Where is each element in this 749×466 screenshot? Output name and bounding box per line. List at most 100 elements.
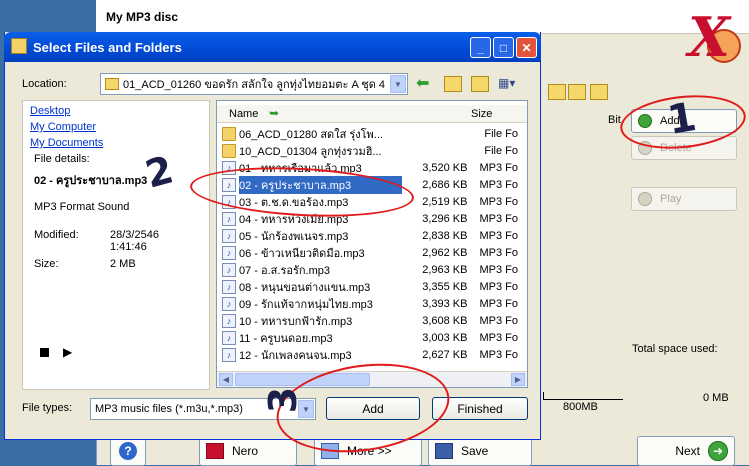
file-name: 06_ACD_01280 สดใส รุ่งโพ... — [239, 128, 383, 141]
file-row[interactable]: ♪ 06 - ข้าวเหนียวติดมือ.mp3 2,962 KB MP3 Fo — [222, 244, 518, 261]
file-type: MP3 Fo — [479, 331, 518, 344]
file-list-header: Name ➥ Size — [217, 105, 527, 123]
music-file-icon: ♪ — [222, 330, 236, 345]
file-size: 3,520 KB — [422, 161, 468, 174]
location-label: Location: — [22, 78, 67, 90]
file-types-value: MP3 music files (*.m3u,*.mp3) — [95, 403, 243, 415]
stop-icon[interactable] — [40, 348, 49, 357]
svg-text:X: X — [685, 5, 732, 69]
folder-icon — [105, 78, 119, 90]
music-file-icon: ♪ — [222, 245, 236, 260]
sort-arrow-icon: ➥ — [269, 106, 280, 120]
file-name: 06 - ข้าวเหนียวติดมือ.mp3 — [239, 247, 365, 260]
size-column-header[interactable]: Size — [471, 108, 492, 120]
folder-row[interactable]: 06_ACD_01280 สดใส รุ่งโพ... File Fo — [222, 125, 518, 142]
music-file-icon: ♪ — [222, 211, 236, 226]
mp3-disc-header — [96, 0, 749, 34]
file-type: File Fo — [484, 144, 518, 157]
file-row[interactable]: ♪ 12 - นักเพลงคนจน.mp3 2,627 KB MP3 Fo — [222, 346, 518, 363]
back-icon[interactable]: ⬅ — [416, 76, 432, 92]
dialog-app-icon — [11, 38, 27, 54]
folder-icon — [222, 143, 236, 158]
file-row[interactable]: ♪ 05 - นักร้องพเนจร.mp3 2,838 KB MP3 Fo — [222, 227, 518, 244]
file-types-label: File types: — [22, 402, 73, 414]
file-type: MP3 Fo — [479, 161, 518, 174]
music-file-icon: ♪ — [222, 296, 236, 311]
play-button[interactable]: Play — [631, 187, 737, 211]
new-folder-icon[interactable] — [471, 76, 489, 92]
file-type: MP3 Fo — [479, 229, 518, 242]
desktop-link[interactable]: Desktop — [30, 105, 70, 117]
file-type: MP3 Fo — [479, 195, 518, 208]
scroll-left-icon[interactable]: ◀ — [219, 373, 233, 386]
maximize-icon: □ — [499, 40, 508, 55]
file-name: 10_ACD_01304 ลูกทุ่งรวมฮิ... — [239, 145, 382, 158]
capacity-scale-label: 800MB — [563, 401, 598, 413]
size-value: 2 MB — [110, 258, 136, 270]
modified-time: 1:41:46 — [110, 241, 147, 253]
file-row[interactable]: ♪ 09 - รักแท้จากหนุ่มไทย.mp3 3,393 KB MP3 F… — [222, 295, 518, 312]
modified-label: Modified: — [34, 229, 79, 241]
file-size: 3,393 KB — [422, 297, 468, 310]
copy-icon[interactable] — [590, 84, 608, 100]
save-icon — [435, 443, 453, 459]
file-size: 2,686 KB — [422, 178, 468, 191]
size-label: Size: — [34, 258, 59, 270]
minimize-button[interactable]: _ — [470, 37, 491, 58]
play-button-label: Play — [660, 193, 682, 205]
bit-column-label: Bit — [608, 114, 621, 126]
total-space-value: 0 MB — [703, 392, 729, 404]
music-file-icon: ♪ — [222, 228, 236, 243]
location-value: 01_ACD_01260 ขอดรัก สลักใจ ลูกทุ่งไทยอมต… — [123, 79, 386, 91]
help-icon: ? — [119, 442, 137, 460]
maximize-button[interactable]: □ — [493, 37, 514, 58]
file-type: MP3 Fo — [479, 314, 518, 327]
my-documents-link[interactable]: My Documents — [30, 137, 103, 149]
file-type: File Fo — [484, 127, 518, 140]
nero-icon — [206, 443, 224, 459]
file-row[interactable]: ♪ 07 - อ.ส.รอรัก.mp3 2,963 KB MP3 Fo — [222, 261, 518, 278]
file-type: MP3 Fo — [479, 246, 518, 259]
file-row[interactable]: ♪ 11 - ครูบนดอย.mp3 3,003 KB MP3 Fo — [222, 329, 518, 346]
location-dropdown[interactable]: 01_ACD_01260 ขอดรัก สลักใจ ลูกทุ่งไทยอมต… — [100, 73, 408, 95]
file-size: 3,355 KB — [422, 280, 468, 293]
file-type: MP3 Fo — [479, 297, 518, 310]
file-row[interactable]: ♪ 08 - หนุนขอนต่างแขน.mp3 3,355 KB MP3 Fo — [222, 278, 518, 295]
file-name: 09 - รักแท้จากหนุ่มไทย.mp3 — [239, 298, 373, 311]
folder-icon[interactable] — [548, 84, 566, 100]
file-name: 07 - อ.ส.รอรัก.mp3 — [239, 264, 330, 277]
nero-button[interactable]: Nero — [199, 436, 297, 466]
music-file-icon: ♪ — [222, 262, 236, 277]
new-folder-icon[interactable] — [568, 84, 586, 100]
file-size: 3,296 KB — [422, 212, 468, 225]
file-name: 12 - นักเพลงคนจน.mp3 — [239, 349, 352, 362]
save-button[interactable]: Save — [428, 436, 532, 466]
file-row[interactable]: ♪ 10 - ทหารบกฟ้ารัก.mp3 3,608 KB MP3 Fo — [222, 312, 518, 329]
file-size: 3,003 KB — [422, 331, 468, 344]
play-icon[interactable]: ▶ — [63, 345, 72, 359]
file-name: 08 - หนุนขอนต่างแขน.mp3 — [239, 281, 371, 294]
file-type: MP3 Fo — [479, 263, 518, 276]
chevron-down-icon: ▼ — [390, 75, 406, 93]
file-name: 11 - ครูบนดอย.mp3 — [239, 332, 333, 345]
help-button[interactable]: ? — [110, 436, 146, 466]
file-type: MP3 Fo — [479, 178, 518, 191]
scroll-right-icon[interactable]: ▶ — [511, 373, 525, 386]
view-menu-icon[interactable]: ▦▾ — [498, 76, 524, 92]
file-type: MP3 Fo — [479, 280, 518, 293]
next-button[interactable]: Next ➜ — [637, 436, 735, 466]
file-size: 3,608 KB — [422, 314, 468, 327]
play-icon — [638, 192, 652, 206]
name-column-header[interactable]: Name — [229, 108, 258, 120]
save-button-label: Save — [461, 444, 489, 458]
file-details-label: File details: — [34, 153, 90, 165]
file-size: 2,627 KB — [422, 348, 468, 361]
file-size: 2,962 KB — [422, 246, 468, 259]
up-folder-icon[interactable] — [444, 76, 462, 92]
my-computer-link[interactable]: My Computer — [30, 121, 96, 133]
folder-icon — [222, 126, 236, 141]
close-button[interactable]: ✕ — [516, 37, 537, 58]
nero-logo-icon: X — [685, 5, 741, 69]
minimize-icon: _ — [477, 40, 484, 55]
folder-row[interactable]: 10_ACD_01304 ลูกทุ่งรวมฮิ... File Fo — [222, 142, 518, 159]
